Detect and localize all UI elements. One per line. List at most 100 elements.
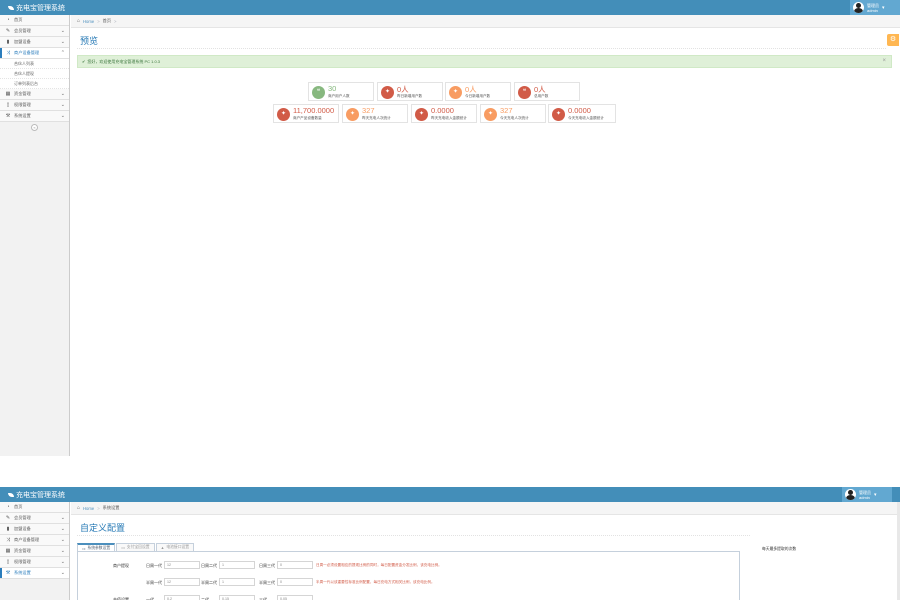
top-navbar: 充电宝管理系统 管理员 admin ▾ [0, 487, 900, 502]
sidebar-item-members[interactable]: ✎ 会员管理 ⌄ [0, 513, 69, 524]
chevron-down-icon: ⌄ [60, 102, 65, 108]
avatar [845, 489, 856, 500]
breadcrumb-home-link[interactable]: Home [83, 19, 94, 24]
infobox: ✦ 327 昨天充电人次统计 [342, 104, 408, 123]
sidebar-item-devices[interactable]: ▮ 加盟设备 ⌄ [0, 37, 69, 48]
alert-text: 您好，欢迎使用充电宝管理系统 PC 1.0.3 [87, 58, 161, 64]
breadcrumb-home-link[interactable]: Home [83, 506, 94, 511]
sidebar-item-funds[interactable]: ▦ 资金管理 ⌄ [0, 546, 69, 557]
infobox-value: 0.0000 [431, 106, 454, 115]
config-input[interactable]: 0.2 [164, 595, 200, 600]
random-icon: ⤨ [5, 50, 10, 56]
welcome-alert: ✔ 您好，欢迎使用充电宝管理系统 PC 1.0.3 × [77, 55, 892, 68]
close-icon[interactable]: × [882, 58, 886, 64]
field-prefix: 日周三代 [259, 563, 275, 568]
settings-form: 商户提现 日周一代 12 日周二代 1 日周三代 0 日周一必须设置相应的提现比例的同时，每日… [77, 551, 740, 600]
infobox-label: 商户产品设备数量 [293, 116, 322, 120]
sidebar-item-merchant-devices[interactable]: ⤨ 商户设备管理 ⌄ [0, 535, 69, 546]
book-icon: ▮ [6, 39, 10, 45]
leaf-icon [8, 6, 14, 10]
sidebar-collapse-button[interactable]: « [0, 122, 69, 132]
top-navbar: 充电宝管理系统 管理员 admin ▾ [0, 0, 900, 15]
config-input[interactable]: 0.05 [277, 595, 313, 600]
comments-icon: ❝ [312, 86, 325, 99]
dashboard-screenshot: 充电宝管理系统 管理员 admin ▾ ◔ 首页 ✎ 会员管理 ⌄ ▮ 加盟设备 ⌄ ⤨ 商… [0, 0, 900, 456]
app-brand[interactable]: 充电宝管理系统 [8, 490, 65, 500]
infobox: ✦ 0.0000 今天充电收入金额统计 [548, 104, 616, 123]
twitter-icon: ✦ [552, 108, 565, 121]
field-prefix: 日周二代 [201, 563, 217, 568]
user-role: admin [867, 7, 878, 13]
sidebar-subitem-withdraw[interactable]: 合伙人提现 [0, 69, 69, 79]
book-icon: ▮ [6, 526, 10, 532]
breadcrumb: ⌂ Home > 系统设置 [71, 502, 897, 515]
chevron-down-icon: ⌄ [60, 28, 65, 34]
config-input[interactable]: 1 [219, 561, 255, 569]
gear-icon: ⚙ [889, 36, 897, 43]
edit-icon: ✎ [5, 28, 11, 34]
sidebar-subitem-orders[interactable]: 订单列表后台 [0, 79, 69, 89]
comments-icon: ❝ [518, 86, 531, 99]
user-name: 管理员 [859, 489, 871, 495]
config-input[interactable]: 1 [219, 578, 255, 586]
config-input[interactable]: 12 [164, 578, 200, 586]
chevron-down-icon: ⌄ [60, 39, 65, 45]
infobox-value: 327 [362, 106, 375, 115]
chevron-down-icon: ⌄ [60, 548, 65, 554]
sidebar-item-settings[interactable]: ⚒ 系统设置 ⌄ [0, 568, 69, 579]
sidebar-subitem-partners[interactable]: 合伙人列表 [0, 59, 69, 69]
twitter-icon: ✦ [346, 108, 359, 121]
sidebar-item-permissions[interactable]: ▯ 权限管理 ⌄ [0, 557, 69, 568]
app-title: 充电宝管理系统 [16, 5, 65, 12]
settings-gear-button[interactable]: ⚙ [887, 34, 899, 46]
chevron-down-icon: ⌄ [60, 113, 65, 119]
sidebar-item-settings[interactable]: ⚒ 系统设置 ⌄ [0, 111, 69, 122]
config-input[interactable]: 0 [277, 578, 313, 586]
infobox-label: 今日新增用户数 [465, 94, 491, 98]
infobox: ✦ 327 今天充电人次统计 [480, 104, 546, 123]
sidebar-item-merchant-devices[interactable]: ⤨ 商户设备管理 ⌃ [0, 48, 69, 59]
sidebar-item-home[interactable]: ◔ 首页 [0, 502, 69, 513]
breadcrumb-current: 首页 [102, 18, 112, 23]
sidebar-item-home[interactable]: ◔ 首页 [0, 15, 69, 26]
infobox: ❝ 0人 总用户数 [514, 82, 580, 101]
infobox: ✦ 0人 昨日新增用户数 [377, 82, 443, 101]
chevron-down-icon: ⌄ [60, 526, 65, 532]
sidebar-item-funds[interactable]: ▦ 资金管理 ⌄ [0, 89, 69, 100]
field-prefix: 半周二代 [201, 580, 217, 585]
sidebar-item-members[interactable]: ✎ 会员管理 ⌄ [0, 26, 69, 37]
infobox: ✦ 0.0000 昨天充电收入金额统计 [411, 104, 477, 123]
config-input[interactable]: 12 [164, 561, 200, 569]
config-input[interactable]: 0.15 [219, 595, 255, 600]
infobox-value: 327 [500, 106, 513, 115]
infobox-value: 0.0000 [568, 106, 591, 115]
leaf-icon [8, 493, 14, 497]
infobox-label: 昨日新增用户数 [397, 94, 423, 98]
tachometer-icon: ◔ [6, 17, 10, 23]
twitter-icon: ✦ [277, 108, 290, 121]
chevron-down-icon: ⌄ [60, 515, 65, 521]
infobox: ✦ 11,700.0000 商户产品设备数量 [273, 104, 339, 123]
user-role: admin [859, 494, 870, 500]
infobox-label: 昨天充电人次统计 [362, 116, 391, 120]
user-menu[interactable]: 管理员 admin ▾ [850, 0, 900, 15]
home-icon: ⌂ [77, 18, 81, 24]
user-name: 管理员 [867, 2, 879, 8]
sidebar-item-permissions[interactable]: ▯ 权限管理 ⌄ [0, 100, 69, 111]
user-menu[interactable]: 管理员 admin ▾ [842, 487, 892, 502]
chevron-down-icon: ⌄ [60, 559, 65, 565]
config-input[interactable]: 0 [277, 561, 313, 569]
wrench-icon: ⚒ [5, 113, 11, 119]
infobox-label: 总用户数 [534, 94, 549, 98]
home-icon: ⌂ [77, 505, 81, 511]
file-icon: ▯ [6, 102, 10, 108]
edit-icon: ✎ [5, 515, 11, 521]
sidebar: ◔ 首页 ✎ 会员管理 ⌄ ▮ 加盟设备 ⌄ ⤨ 商户设备管理 ⌄ ▦ 资金管理 ⌄ ▯ 权限管理 ⌄… [0, 502, 70, 600]
avatar [853, 2, 864, 13]
infobox: ❝ 30 商户用户人数 [308, 82, 374, 101]
app-brand[interactable]: 充电宝管理系统 [8, 3, 65, 13]
infobox-label: 今天充电人次统计 [500, 116, 529, 120]
twitter-icon: ✦ [381, 86, 394, 99]
caret-down-icon: ▾ [874, 491, 877, 498]
sidebar-item-devices[interactable]: ▮ 加盟设备 ⌄ [0, 524, 69, 535]
